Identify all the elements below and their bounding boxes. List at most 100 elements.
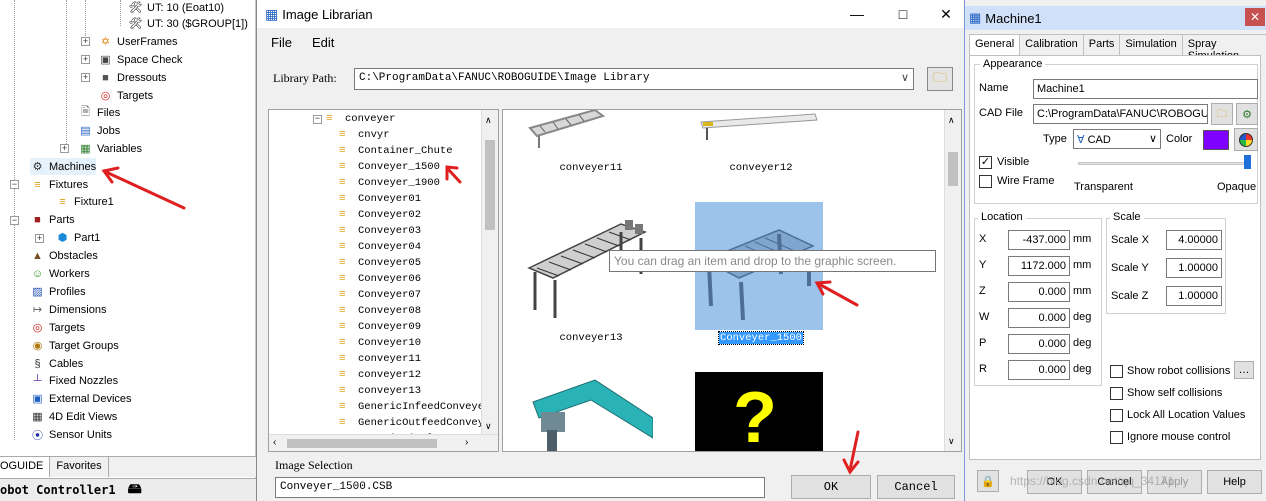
option-checkbox[interactable] (1110, 387, 1123, 400)
tree-item-variables[interactable]: ▦ Variables (78, 140, 142, 157)
tree-item-conveyer07[interactable]: ≡ Conveyer07 (339, 287, 421, 303)
expand-fixtures[interactable]: − (10, 180, 19, 189)
tree-item-fixture1[interactable]: ≡ Fixture1 (55, 193, 113, 210)
library-tree[interactable]: − ≡ conveyer ≡ cnvyr ≡ Container_Chute ≡ Conv… (268, 109, 499, 452)
cancel-button[interactable]: Cancel (877, 475, 955, 499)
maximize-button[interactable]: □ (880, 0, 926, 28)
option-checkbox[interactable] (1110, 365, 1123, 378)
tree-item-files[interactable]: 🗎 Files (78, 104, 120, 121)
tab-calibration[interactable]: Calibration (1019, 34, 1084, 56)
tree-item-machines[interactable]: ⚙ Machines (30, 158, 97, 175)
tab-spray-simulation[interactable]: Spray Simulation (1181, 34, 1266, 62)
tree-item-profiles[interactable]: ▨ Profiles (30, 283, 85, 300)
tree-item-conveyer-1500[interactable]: ≡ Conveyer_1500 (339, 159, 440, 175)
cad-library-button[interactable]: ⚙ (1236, 103, 1258, 125)
image-selection-field[interactable]: Conveyer_1500.CSB (275, 477, 765, 498)
thumbnail-unknown-preview[interactable]: ? (695, 372, 823, 451)
location-p-input[interactable]: 0.000 (1008, 334, 1070, 354)
thumbnail-grid[interactable]: conveyer11 conveyer12 conveyer13 Conveye… (502, 109, 962, 452)
tree-item-part1[interactable]: ⬢ Part1 (55, 229, 101, 246)
tree-item-target-groups[interactable]: ◉ Target Groups (30, 337, 119, 354)
tab-general[interactable]: General (969, 34, 1021, 57)
tree-item-dressouts[interactable]: ■ Dressouts (98, 69, 166, 86)
color-picker-button[interactable] (1234, 128, 1258, 151)
tree-item-conveyer01[interactable]: ≡ Conveyer01 (339, 191, 421, 207)
expand-userframes[interactable]: + (81, 37, 90, 46)
tree-item-genericinfeedconveye[interactable]: ≡ GenericInfeedConveye (339, 399, 484, 415)
tree-item-conveyer08[interactable]: ≡ Conveyer08 (339, 303, 421, 319)
tree-item-obstacles[interactable]: ▲ Obstacles (30, 247, 98, 264)
tree-item-cables[interactable]: § Cables (30, 355, 83, 372)
scale-x-input[interactable]: 4.00000 (1166, 230, 1222, 250)
tree-item-4d-edit-views[interactable]: ▦ 4D Edit Views (30, 408, 117, 425)
tree-item-workers[interactable]: ☺ Workers (30, 265, 90, 282)
location-r-input[interactable]: 0.000 (1008, 360, 1070, 380)
expand-dressouts[interactable]: + (81, 73, 90, 82)
tree-item-conveyer05[interactable]: ≡ Conveyer05 (339, 255, 421, 271)
thumbnail-generic-infeed[interactable] (525, 372, 653, 451)
tree-item-targets-2[interactable]: ◎ Targets (30, 319, 85, 336)
collision-options-button[interactable]: … (1234, 361, 1254, 379)
tree-item-conveyer03[interactable]: ≡ Conveyer03 (339, 223, 421, 239)
type-select[interactable]: Ɐ CAD ∨ (1073, 129, 1161, 149)
expand-parts[interactable]: − (10, 216, 19, 225)
thumbnail-conveyer11[interactable] (525, 110, 653, 156)
location-w-input[interactable]: 0.000 (1008, 308, 1070, 328)
close-button[interactable]: ✕ (927, 0, 965, 28)
tree-item-fixtures[interactable]: ≡ Fixtures (30, 176, 88, 193)
tree-item-conveyer-1900[interactable]: ≡ Conveyer_1900 (339, 175, 440, 191)
tree-item-ut10[interactable]: 🛠 UT: 10 (Eoat10) (128, 0, 225, 16)
tree-item-parts[interactable]: ■ Parts (30, 211, 75, 228)
tree-item-space-check[interactable]: ▣ Space Check (98, 51, 182, 68)
tab-parts[interactable]: Parts (1082, 34, 1121, 56)
tree-item-conveyer02[interactable]: ≡ Conveyer02 (339, 207, 421, 223)
expand-variables[interactable]: + (60, 144, 69, 153)
menu-edit[interactable]: Edit (312, 35, 334, 50)
tab-simulation[interactable]: Simulation (1119, 34, 1183, 56)
name-input[interactable]: Machine1 (1033, 79, 1258, 99)
browse-folder-button[interactable]: 🗀 (927, 67, 953, 91)
tree-item-dimensions[interactable]: ↦ Dimensions (30, 301, 107, 318)
wireframe-checkbox[interactable] (979, 175, 992, 188)
tree-item-sensor-units[interactable]: ⦿ Sensor Units (30, 426, 112, 443)
option-checkbox[interactable] (1110, 409, 1123, 422)
expand-space-check[interactable]: + (81, 55, 90, 64)
location-z-input[interactable]: 0.000 (1008, 282, 1070, 302)
tab-roboguide[interactable]: OGUIDE (0, 457, 51, 477)
tree-horizontal-scrollbar[interactable]: ‹ › (269, 434, 498, 451)
scale-z-input[interactable]: 1.00000 (1166, 286, 1222, 306)
minimize-button[interactable]: — (834, 0, 880, 28)
tree-item-conveyer11[interactable]: ≡ conveyer11 (339, 351, 421, 367)
chevron-down-icon[interactable]: ∨ (901, 71, 909, 85)
tree-item-cnvyr[interactable]: ≡ cnvyr (339, 127, 390, 143)
library-path-combo[interactable]: C:\ProgramData\FANUC\ROBOGUIDE\Image Lib… (354, 68, 914, 90)
tree-item-container-chute[interactable]: ≡ Container_Chute (339, 143, 453, 159)
location-y-input[interactable]: 1172.000 (1008, 256, 1070, 276)
visible-checkbox[interactable]: ✓ (979, 156, 992, 169)
collapse-toggle[interactable]: − (313, 114, 322, 124)
grid-vertical-scrollbar[interactable]: ∧ ∨ (944, 110, 961, 451)
tree-item-conveyer09[interactable]: ≡ Conveyer09 (339, 319, 421, 335)
tree-item-fixed-nozzles[interactable]: ┴ Fixed Nozzles (30, 372, 118, 389)
tree-item-external-devices[interactable]: ▣ External Devices (30, 390, 131, 407)
tree-item-conveyer06[interactable]: ≡ Conveyer06 (339, 271, 421, 287)
close-button[interactable]: ✕ (1245, 8, 1265, 26)
scale-y-input[interactable]: 1.00000 (1166, 258, 1222, 278)
cad-file-input[interactable]: C:\ProgramData\FANUC\ROBOGUIDE (1033, 104, 1208, 124)
help-button[interactable]: Help (1207, 470, 1262, 494)
tree-item-conveyer04[interactable]: ≡ Conveyer04 (339, 239, 421, 255)
tree-item-genericoutfeedconvey[interactable]: ≡ GenericOutfeedConvey (339, 415, 484, 431)
tree-item-userframes[interactable]: ✡ UserFrames (98, 33, 178, 50)
ok-button[interactable]: OK (791, 475, 871, 499)
transparency-slider-thumb[interactable] (1244, 155, 1251, 169)
lock-icon[interactable]: 🔒 (977, 470, 999, 492)
option-checkbox[interactable] (1110, 431, 1123, 444)
tree-folder-conveyer[interactable]: − ≡ conveyer (313, 111, 395, 127)
color-swatch[interactable] (1203, 130, 1229, 150)
browse-cad-button[interactable]: 🗀 (1211, 103, 1233, 125)
tree-item-targets[interactable]: ◎ Targets (98, 87, 153, 104)
tree-item-ut30[interactable]: 🛠 UT: 30 ($GROUP[1]) (128, 15, 248, 32)
location-x-input[interactable]: -437.000 (1008, 230, 1070, 250)
tab-favorites[interactable]: Favorites (50, 457, 109, 477)
tree-item-conveyer10[interactable]: ≡ Conveyer10 (339, 335, 421, 351)
